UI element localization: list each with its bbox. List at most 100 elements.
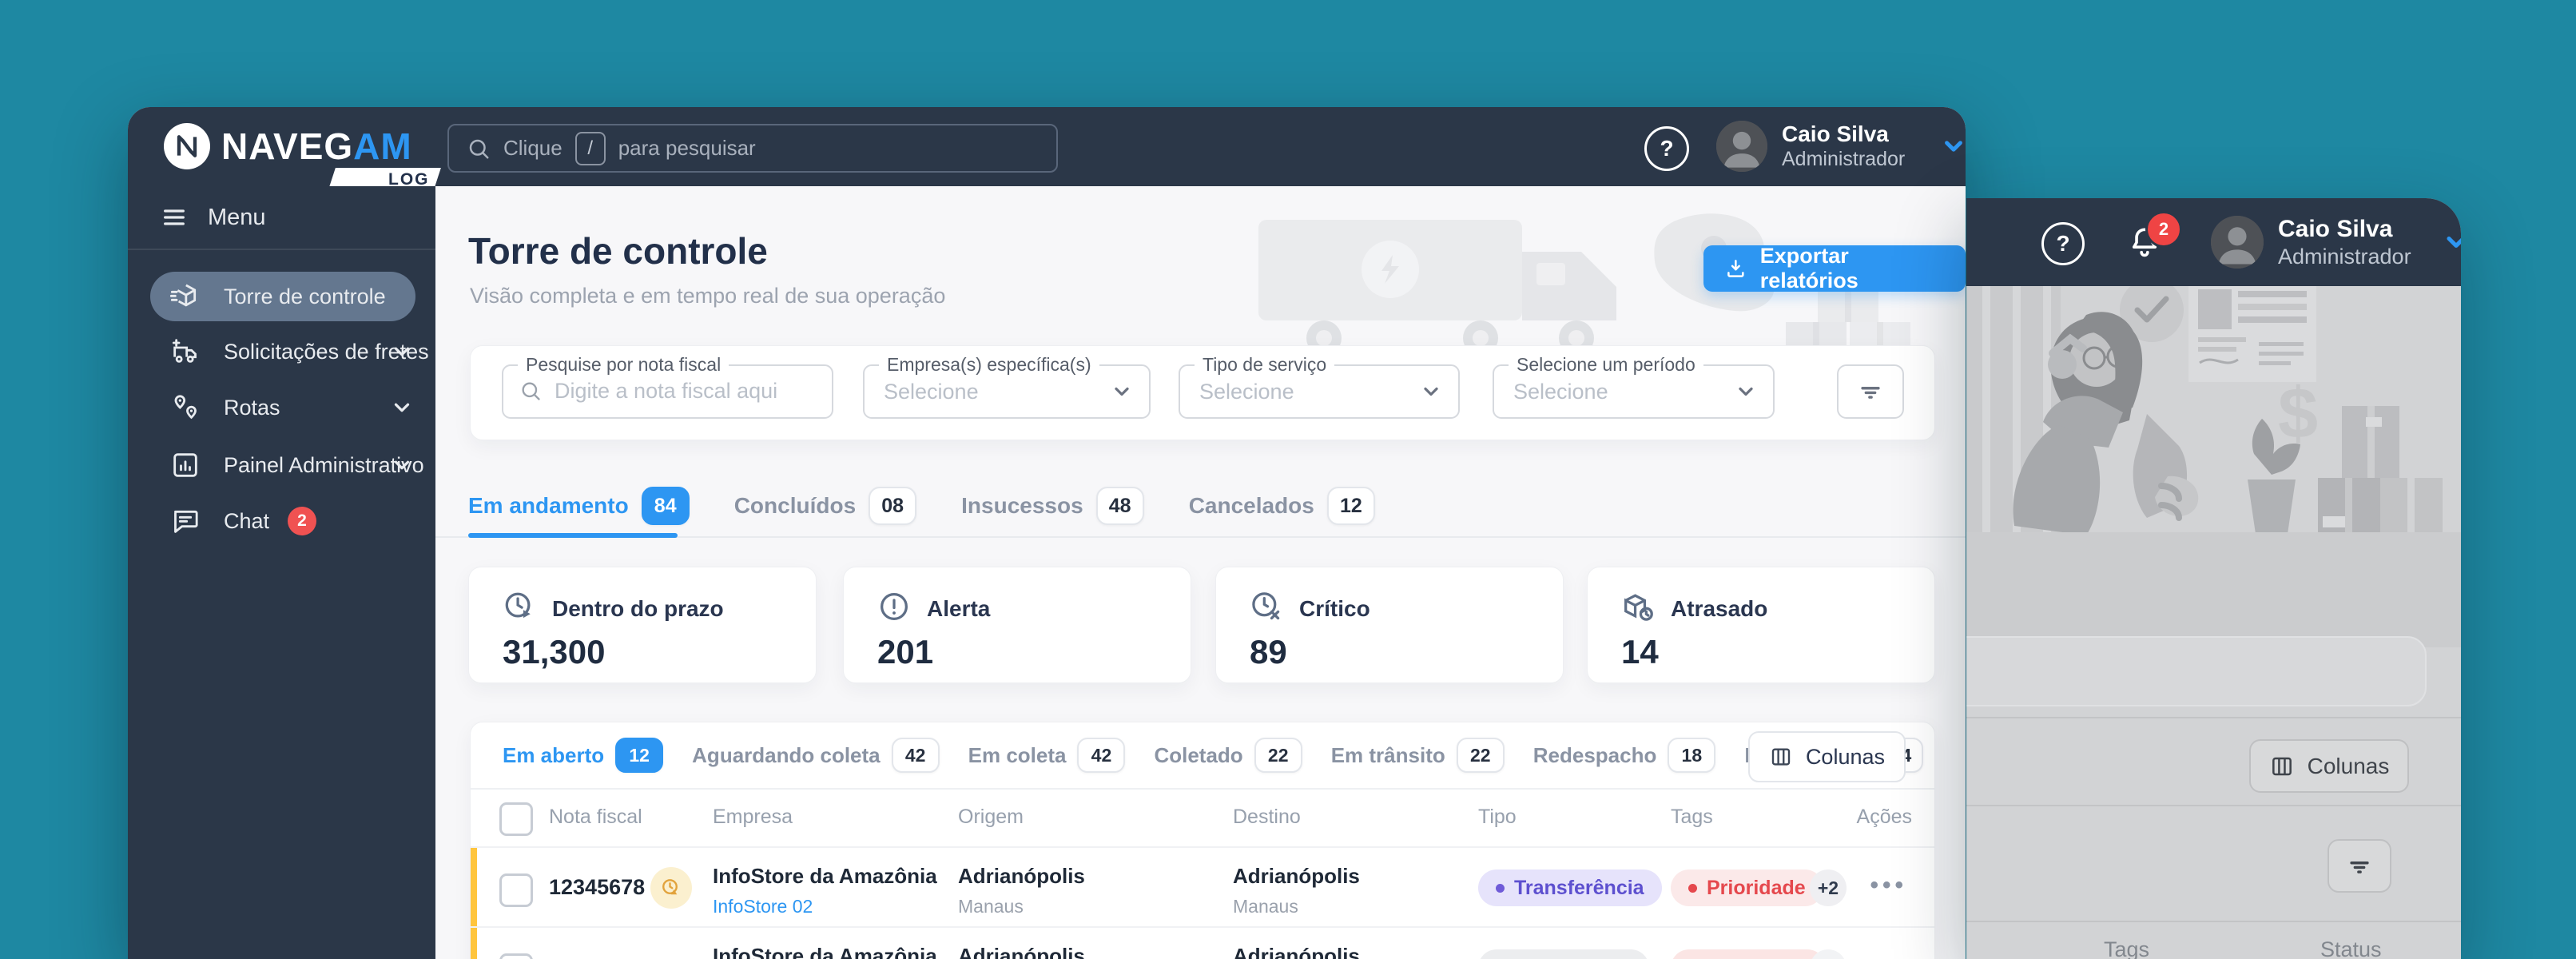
stage-tab-em-coleta[interactable]: Em coleta42 <box>968 738 1126 773</box>
notifications-count-badge: 2 <box>2145 211 2182 248</box>
tag-dot <box>1496 884 1505 893</box>
table-row[interactable]: InfoStore da Amazônia Adrianópolis Adria… <box>471 926 1934 959</box>
cell-empresa: InfoStore da Amazônia <box>713 944 937 959</box>
tab-concluidos[interactable]: Concluídos08 <box>734 487 916 525</box>
row-status-stripe <box>471 928 477 959</box>
sidebar-item-rotas[interactable]: Rotas <box>150 383 415 432</box>
table-row[interactable]: 12345678 InfoStore da Amazônia InfoStore… <box>471 846 1934 928</box>
active-tab-underline <box>468 533 678 538</box>
tab-count-badge: 48 <box>1096 487 1144 525</box>
search-icon <box>467 137 491 161</box>
stage-tab-coletado[interactable]: Coletado22 <box>1154 738 1302 773</box>
select-all-checkbox[interactable] <box>499 802 533 836</box>
notifications-button[interactable]: 2 <box>2126 224 2163 261</box>
control-tower-box-icon <box>169 281 201 312</box>
tipo-tag <box>1478 949 1649 959</box>
columns-button[interactable]: Colunas <box>2249 739 2409 793</box>
tab-cancelados[interactable]: Cancelados12 <box>1189 487 1375 525</box>
row-status-stripe <box>471 848 477 928</box>
chat-unread-badge: 2 <box>288 507 316 535</box>
user-name: Caio Silva <box>1782 121 1905 147</box>
user-menu[interactable]: Caio Silva Administrador <box>2211 216 2461 269</box>
help-button[interactable]: ? <box>2041 222 2085 265</box>
tab-em-andamento[interactable]: Em andamento84 <box>468 487 690 525</box>
invoice-search-field[interactable]: Pesquise por nota fiscal <box>502 364 833 419</box>
search-hint-prefix: Clique <box>503 136 563 161</box>
tab-insucessos[interactable]: Insucessos48 <box>961 487 1144 525</box>
sidebar-item-painel-administrativo[interactable]: Painel Administrativo <box>150 440 415 490</box>
avatar <box>1716 121 1767 172</box>
divider <box>1966 805 2461 806</box>
sidebar-item-solicitacoes-de-fretes[interactable]: Solicitações de fretes <box>150 327 415 376</box>
summary-card-alerta: Alerta 201 <box>843 567 1191 683</box>
warning-clock-icon <box>650 867 692 909</box>
help-glyph: ? <box>2056 231 2069 257</box>
chevron-down-icon <box>390 453 414 477</box>
sidebar-item-torre-de-controle[interactable]: Torre de controle <box>150 272 415 321</box>
chevron-down-icon <box>1735 380 1757 403</box>
chevron-down-icon <box>1111 380 1133 403</box>
menu-label: Menu <box>208 205 266 231</box>
tab-count-badge: 08 <box>869 487 916 525</box>
summary-card-atrasado: Atrasado 14 <box>1587 567 1935 683</box>
advanced-filter-button[interactable] <box>2328 839 2391 893</box>
stage-tab-aguardando-coleta[interactable]: Aguardando coleta42 <box>692 738 939 773</box>
page-title: Torre de controle <box>468 229 768 273</box>
priority-tag <box>1671 949 1826 959</box>
user-role: Administrador <box>2278 244 2411 269</box>
screen: NAVEGAM LOG Clique / para pesquisar ? Ca… <box>0 0 2576 959</box>
package-clock-icon <box>1620 588 1656 625</box>
brand-logo-icon <box>164 123 210 169</box>
stage-tab-em-transito[interactable]: Em trânsito22 <box>1331 738 1505 773</box>
stage-tab-em-aberto[interactable]: Em aberto12 <box>503 738 663 773</box>
secondary-navbar: ? 2 Caio Silva Administrador <box>1966 198 2461 286</box>
invoice-search-input[interactable] <box>553 369 796 412</box>
table-divider <box>471 788 1934 790</box>
cell-empresa-link[interactable]: InfoStore 02 <box>713 896 813 917</box>
column-header-status: Status <box>2320 937 2382 959</box>
export-reports-button[interactable]: Exportar relatórios <box>1703 245 1966 292</box>
cell-origem: Adrianópolis <box>958 864 1085 889</box>
route-pins-icon <box>169 392 201 424</box>
company-select[interactable]: Empresa(s) específica(s) Selecione <box>863 364 1151 419</box>
menu-toggle[interactable]: Menu <box>128 186 435 250</box>
tab-count-badge: 84 <box>642 487 690 525</box>
cell-empresa: InfoStore da Amazônia <box>713 864 937 889</box>
columns-button[interactable]: Colunas <box>1748 731 1906 782</box>
clock-x-icon <box>1248 588 1285 625</box>
top-navbar: NAVEGAM LOG Clique / para pesquisar ? Ca… <box>128 107 1966 186</box>
advanced-filter-button[interactable] <box>1837 364 1904 419</box>
more-tags-badge[interactable]: +2 <box>1810 869 1847 906</box>
dimmed-filters-card <box>1966 636 2427 706</box>
secondary-illustration: $ <box>1966 286 2461 647</box>
cell-nota-fiscal: 12345678 <box>549 875 645 900</box>
filter-lines-icon <box>1857 378 1884 405</box>
search-icon <box>519 380 542 402</box>
row-checkbox[interactable] <box>499 953 533 959</box>
row-checkbox[interactable] <box>499 873 533 907</box>
avatar <box>2211 216 2264 269</box>
help-button[interactable]: ? <box>1644 126 1689 171</box>
shipment-stage-tabs: Em aberto12 Aguardando coleta42 Em colet… <box>503 722 1923 788</box>
period-select[interactable]: Selecione um período Selecione <box>1493 364 1775 419</box>
row-actions-button[interactable]: ••• <box>1870 872 1907 899</box>
clock-play-icon <box>501 588 538 625</box>
global-search[interactable]: Clique / para pesquisar <box>447 124 1058 173</box>
filter-lines-icon <box>2346 853 2373 880</box>
tipo-tag: Transferência <box>1478 869 1662 906</box>
page-subtitle: Visão completa e em tempo real de sua op… <box>470 284 945 308</box>
brand-name: NAVEG <box>221 125 353 167</box>
user-menu[interactable]: Caio Silva Administrador <box>1716 121 1966 172</box>
brand-name-accent: AM <box>353 125 412 167</box>
service-type-select[interactable]: Tipo de serviço Selecione <box>1179 364 1460 419</box>
cell-destino: Adrianópolis <box>1233 864 1360 889</box>
filters-card: Pesquise por nota fiscal Empresa(s) espe… <box>470 345 1935 440</box>
sidebar-item-chat[interactable]: Chat 2 <box>150 496 415 546</box>
chevron-down-icon <box>1940 133 1966 160</box>
chat-bubble-icon <box>169 505 201 537</box>
chevron-down-icon <box>390 396 414 420</box>
columns-icon <box>1769 745 1793 769</box>
hamburger-icon <box>161 205 187 230</box>
stage-tab-redespacho[interactable]: Redespacho18 <box>1533 738 1716 773</box>
shipments-table-card: Em aberto12 Aguardando coleta42 Em colet… <box>470 722 1935 959</box>
